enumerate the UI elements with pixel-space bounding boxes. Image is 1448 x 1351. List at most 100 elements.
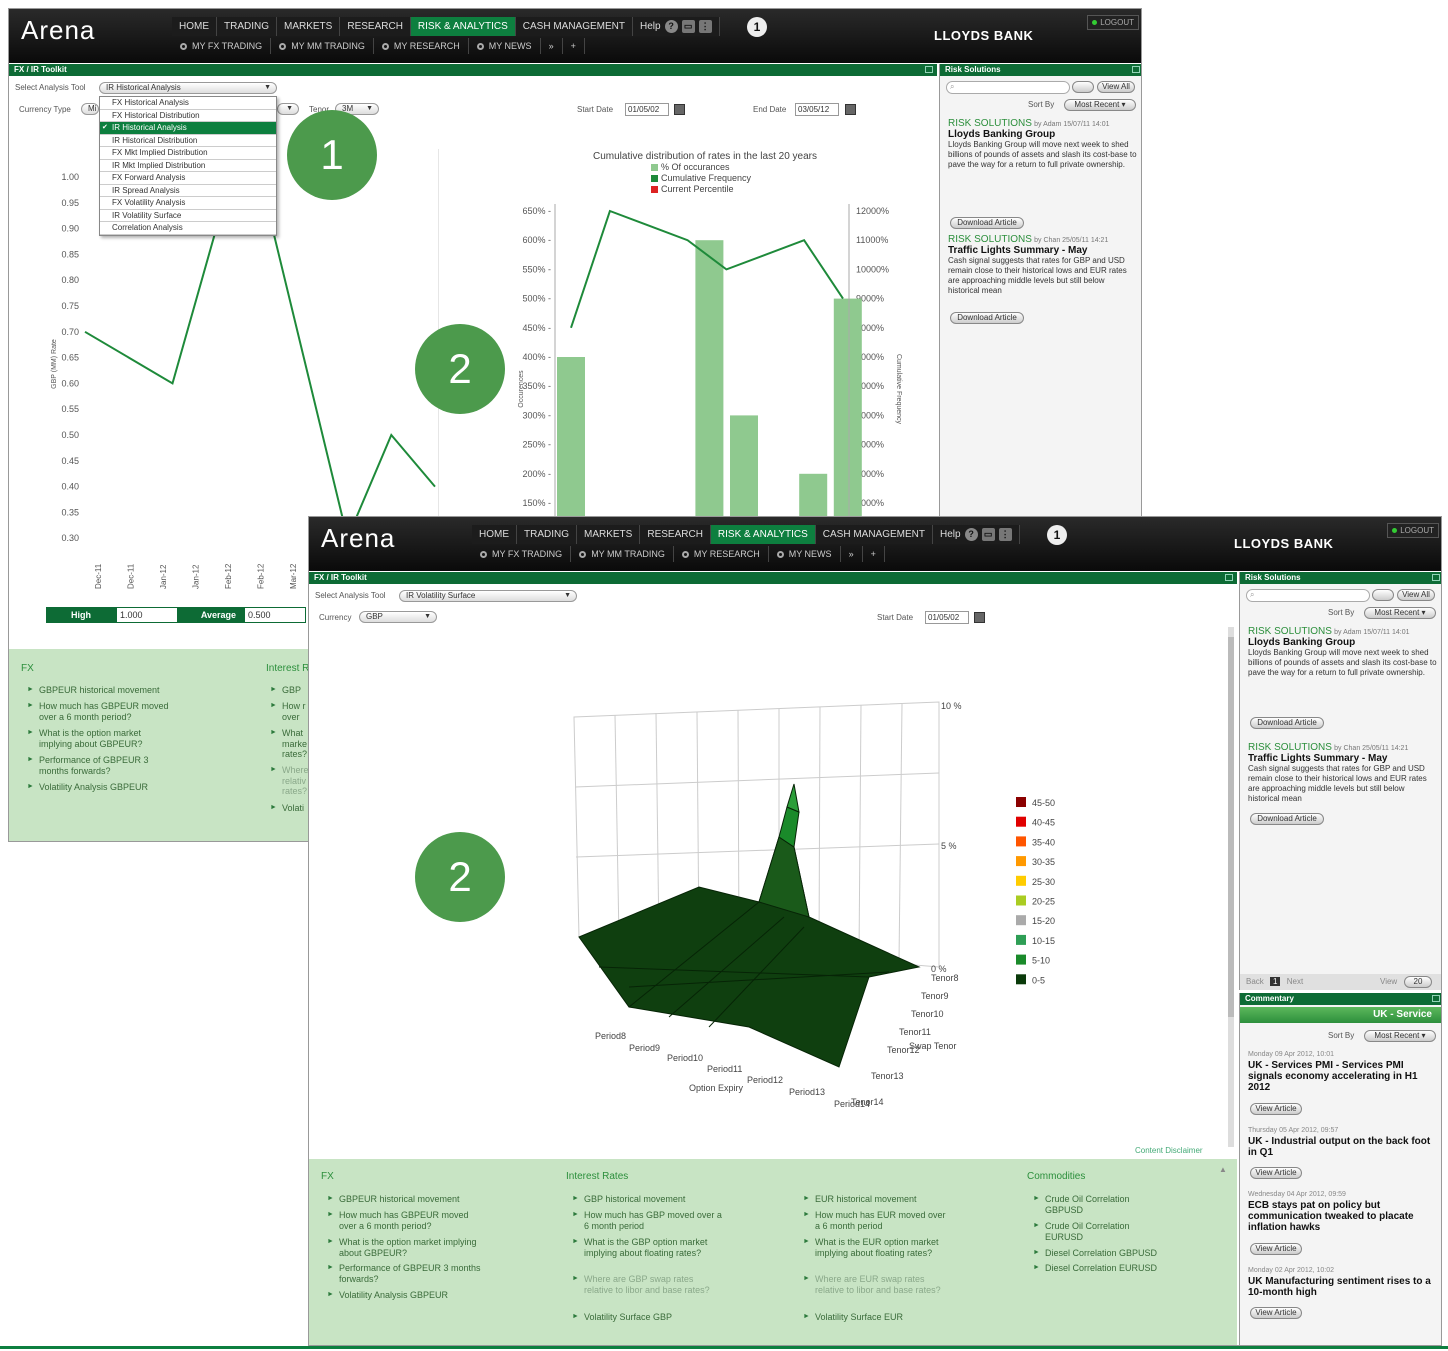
- arena-logo[interactable]: Arena: [21, 15, 95, 46]
- scrollbar-thumb[interactable]: [1228, 637, 1234, 1017]
- notification-badge[interactable]: 1: [1047, 525, 1067, 545]
- subnav-my-news[interactable]: MY NEWS: [469, 38, 541, 54]
- article-title[interactable]: Lloyds Banking Group: [948, 130, 1138, 140]
- chat-icon[interactable]: ▭: [981, 528, 995, 541]
- commentary-title[interactable]: UK - Services PMI - Services PMI signals…: [1248, 1060, 1433, 1093]
- article-category[interactable]: RISK SOLUTIONS: [948, 118, 1032, 129]
- dropdown-option[interactable]: IR Spread Analysis: [100, 185, 276, 197]
- ir-link[interactable]: How r over: [270, 701, 310, 722]
- minimize-icon[interactable]: [925, 66, 933, 73]
- fx-link[interactable]: Performance of GBPEUR 3 months forwards?: [27, 755, 175, 776]
- dropdown-option-selected[interactable]: IR Historical Analysis: [100, 122, 276, 135]
- pager-count-select[interactable]: 20: [1404, 976, 1432, 988]
- commentary-title[interactable]: UK - Industrial output on the back foot …: [1248, 1136, 1433, 1158]
- article-title[interactable]: Lloyds Banking Group: [1248, 638, 1438, 648]
- analysis-tool-select[interactable]: IR Historical Analysis ▼: [99, 82, 277, 94]
- subnav-add-button[interactable]: +: [563, 38, 585, 54]
- minimize-icon[interactable]: [1432, 574, 1440, 581]
- download-article-button[interactable]: Download Article: [950, 217, 1024, 229]
- sort-select[interactable]: Most Recent ▾: [1064, 99, 1136, 111]
- eur-link[interactable]: EUR historical movement: [803, 1194, 953, 1205]
- download-article-button[interactable]: Download Article: [1250, 717, 1324, 729]
- nav-cash-management[interactable]: CASH MANAGEMENT: [515, 17, 633, 36]
- notification-badge[interactable]: 1: [747, 17, 767, 37]
- view-article-button[interactable]: View Article: [1250, 1103, 1302, 1115]
- fx-link[interactable]: How much has GBPEUR moved over a 6 month…: [27, 701, 175, 722]
- commodity-link[interactable]: Crude Oil Correlation EURUSD: [1033, 1221, 1153, 1242]
- article-title[interactable]: Traffic Lights Summary - May: [1248, 754, 1438, 764]
- fx-link[interactable]: GBPEUR historical movement: [27, 685, 175, 696]
- sort-select[interactable]: Most Recent ▾: [1364, 607, 1436, 619]
- dropdown-option[interactable]: FX Volatility Analysis: [100, 197, 276, 210]
- download-article-button[interactable]: Download Article: [950, 312, 1024, 324]
- commodity-link[interactable]: Diesel Correlation EURUSD: [1033, 1263, 1183, 1274]
- fx-link[interactable]: How much has GBPEUR moved over a 6 month…: [327, 1210, 487, 1231]
- currency-select[interactable]: GBP ▼: [359, 611, 437, 623]
- eur-link[interactable]: What is the EUR option market implying a…: [803, 1237, 953, 1258]
- subnav-add-button[interactable]: +: [863, 546, 885, 562]
- eur-link[interactable]: Volatility Surface EUR: [803, 1312, 953, 1323]
- minimize-icon[interactable]: [1132, 66, 1140, 73]
- minimize-icon[interactable]: [1225, 574, 1233, 581]
- scrollbar[interactable]: [1228, 627, 1234, 1147]
- article-category[interactable]: RISK SOLUTIONS: [1248, 742, 1332, 753]
- dropdown-option[interactable]: IR Historical Distribution: [100, 135, 276, 147]
- fx-link[interactable]: What is the option market implying about…: [327, 1237, 487, 1258]
- grid-icon[interactable]: ⋮: [998, 528, 1012, 541]
- view-all-button[interactable]: View All: [1397, 589, 1435, 601]
- subnav-my-mm-trading[interactable]: MY MM TRADING: [271, 38, 374, 54]
- pager-page[interactable]: 1: [1270, 977, 1281, 986]
- question-icon[interactable]: ?: [964, 528, 978, 541]
- eur-link[interactable]: How much has EUR moved over a 6 month pe…: [803, 1210, 953, 1231]
- fx-link[interactable]: Volatility Analysis GBPEUR: [327, 1290, 487, 1301]
- pager-next[interactable]: Next: [1287, 977, 1303, 986]
- ir-link[interactable]: GBP historical movement: [572, 1194, 722, 1205]
- nav-research[interactable]: RESEARCH: [340, 17, 411, 36]
- grid-view-button[interactable]: [1072, 81, 1094, 93]
- ir-link[interactable]: What marke rates?: [270, 728, 310, 760]
- currency-type-select[interactable]: Mi: [81, 103, 99, 115]
- article-category[interactable]: RISK SOLUTIONS: [948, 234, 1032, 245]
- commentary-title[interactable]: UK Manufacturing sentiment rises to a 10…: [1248, 1276, 1433, 1298]
- dropdown-option[interactable]: FX Historical Distribution: [100, 110, 276, 122]
- commodity-link[interactable]: Crude Oil Correlation GBPUSD: [1033, 1194, 1153, 1215]
- subnav-my-research[interactable]: MY RESEARCH: [674, 546, 769, 562]
- dropdown-option[interactable]: FX Historical Analysis: [100, 97, 276, 110]
- nav-cash-management[interactable]: CASH MANAGEMENT: [815, 525, 933, 544]
- ir-link[interactable]: How much has GBP moved over a 6 month pe…: [572, 1210, 722, 1231]
- commentary-title[interactable]: ECB stays pat on policy but communicatio…: [1248, 1200, 1433, 1233]
- article-title[interactable]: Traffic Lights Summary - May: [948, 246, 1138, 256]
- subnav-my-news[interactable]: MY NEWS: [769, 546, 841, 562]
- download-article-button[interactable]: Download Article: [1250, 813, 1324, 825]
- content-disclaimer-link[interactable]: Content Disclaimer: [1135, 1146, 1203, 1155]
- end-date-input[interactable]: 03/05/12: [795, 103, 839, 116]
- sort-select[interactable]: Most Recent ▾: [1364, 1030, 1436, 1042]
- minimize-icon[interactable]: [1432, 995, 1440, 1002]
- fx-link[interactable]: What is the option market implying about…: [27, 728, 175, 749]
- subnav-my-research[interactable]: MY RESEARCH: [374, 38, 469, 54]
- nav-markets[interactable]: MARKETS: [577, 525, 641, 544]
- nav-markets[interactable]: MARKETS: [277, 17, 341, 36]
- calendar-icon[interactable]: [674, 104, 685, 115]
- ir-link[interactable]: GBP: [270, 685, 310, 696]
- chat-icon[interactable]: ▭: [681, 20, 695, 33]
- search-input[interactable]: ⌕: [946, 81, 1070, 94]
- fx-link[interactable]: Performance of GBPEUR 3 months forwards?: [327, 1263, 487, 1284]
- grid-view-button[interactable]: [1372, 589, 1394, 601]
- fx-link[interactable]: Volatility Analysis GBPEUR: [27, 782, 175, 793]
- analysis-tool-select[interactable]: IR Volatility Surface ▼: [399, 590, 577, 602]
- logout-button[interactable]: LOGOUT: [1087, 15, 1139, 30]
- calendar-icon[interactable]: [845, 104, 856, 115]
- search-input[interactable]: ⌕: [1246, 589, 1370, 602]
- start-date-input[interactable]: 01/05/02: [625, 103, 669, 116]
- nav-risk-analytics[interactable]: RISK & ANALYTICS: [410, 17, 516, 36]
- nav-home[interactable]: HOME: [172, 17, 217, 36]
- nav-home[interactable]: HOME: [472, 525, 517, 544]
- commodity-link[interactable]: Diesel Correlation GBPUSD: [1033, 1248, 1183, 1259]
- subnav-more-button[interactable]: »: [841, 546, 863, 562]
- nav-trading[interactable]: TRADING: [217, 17, 277, 36]
- collapse-up-icon[interactable]: ▲: [1219, 1165, 1227, 1174]
- view-all-button[interactable]: View All: [1097, 81, 1135, 93]
- subnav-my-fx-trading[interactable]: MY FX TRADING: [472, 546, 572, 562]
- ir-link[interactable]: Volati: [270, 803, 310, 814]
